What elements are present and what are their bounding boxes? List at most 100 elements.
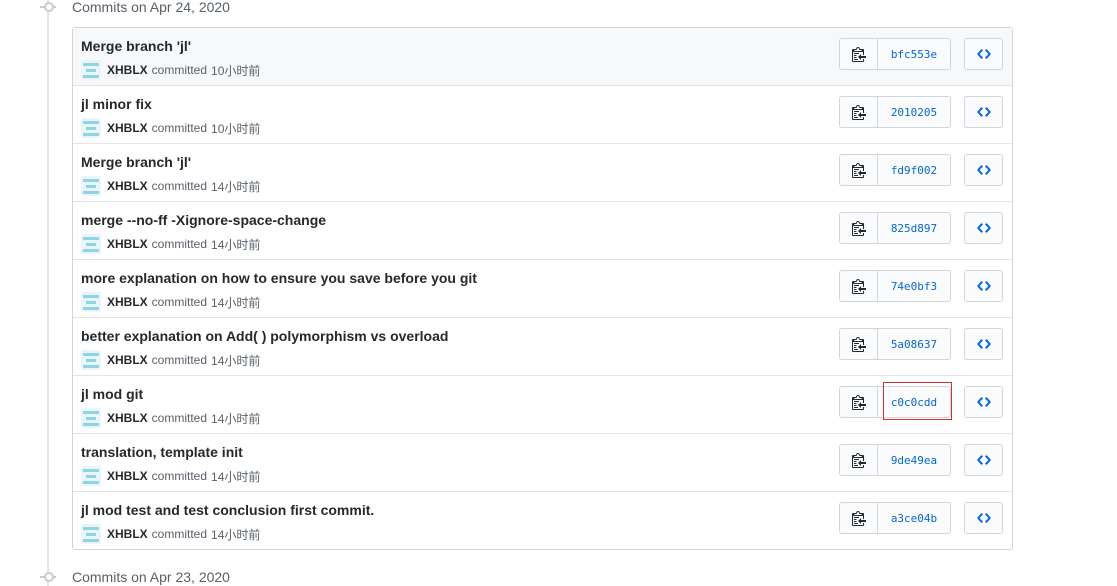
commit-meta: XHBLX committed 14小时前 (81, 292, 260, 312)
author-link[interactable]: XHBLX (107, 295, 148, 309)
clipboard-icon (851, 511, 866, 526)
copy-sha-button[interactable] (839, 444, 878, 476)
commit-title-link[interactable]: merge --no-ff -Xignore-space-change (81, 212, 326, 228)
browse-repo-button[interactable] (964, 154, 1003, 186)
browse-repo-button[interactable] (964, 328, 1003, 360)
author-link[interactable]: XHBLX (107, 121, 148, 135)
browse-repo-button[interactable] (964, 96, 1003, 128)
committed-text: committed (151, 63, 208, 77)
browse-repo-button[interactable] (964, 502, 1003, 534)
commit-sha-link[interactable]: c0c0cdd (878, 386, 951, 418)
browse-repo-button[interactable] (964, 444, 1003, 476)
commit-title-link[interactable]: translation, template init (81, 444, 243, 460)
browse-repo-button[interactable] (964, 38, 1003, 70)
sha-button-group: 74e0bf3 (839, 270, 951, 302)
commit-list: Merge branch 'jl' XHBLX committed 10小时前 … (72, 27, 1013, 550)
committed-text: committed (151, 179, 208, 193)
copy-sha-button[interactable] (839, 386, 878, 418)
commit-title-link[interactable]: more explanation on how to ensure you sa… (81, 270, 477, 286)
author-link[interactable]: XHBLX (107, 527, 148, 541)
browse-repo-button[interactable] (964, 212, 1003, 244)
commit-time: 14小时前 (211, 527, 261, 542)
commit-meta: XHBLX committed 14小时前 (81, 350, 260, 370)
commit-group-date: Commits on Apr 24, 2020 (72, 0, 230, 15)
commit-row: jl mod git XHBLX committed 14小时前 c0c0cdd (73, 375, 1012, 433)
author-link[interactable]: XHBLX (107, 353, 148, 367)
commit-title-link[interactable]: jl mod git (81, 386, 143, 402)
committed-text: committed (151, 237, 208, 251)
committed-text: committed (151, 353, 208, 367)
browse-repo-button[interactable] (964, 270, 1003, 302)
commit-meta: XHBLX committed 10小时前 (81, 60, 260, 80)
copy-sha-button[interactable] (839, 212, 878, 244)
commit-sha-link[interactable]: 2010205 (878, 96, 951, 128)
author-link[interactable]: XHBLX (107, 237, 148, 251)
commit-sha-link[interactable]: 825d897 (878, 212, 951, 244)
sha-button-group: fd9f002 (839, 154, 951, 186)
copy-sha-button[interactable] (839, 502, 878, 534)
commit-title-link[interactable]: jl mod test and test conclusion first co… (81, 502, 374, 518)
commit-time: 10小时前 (211, 121, 261, 136)
author-avatar[interactable] (81, 176, 101, 196)
commit-meta: XHBLX committed 10小时前 (81, 118, 260, 138)
commit-sha-link[interactable]: bfc553e (878, 38, 951, 70)
commit-row: translation, template init XHBLX committ… (73, 433, 1012, 491)
git-commit-icon (38, 0, 58, 17)
clipboard-icon (851, 279, 866, 294)
commit-meta: XHBLX committed 14小时前 (81, 176, 260, 196)
code-icon (976, 281, 991, 291)
browse-repo-button[interactable] (964, 386, 1003, 418)
copy-sha-button[interactable] (839, 270, 878, 302)
author-avatar[interactable] (81, 408, 101, 428)
author-avatar[interactable] (81, 234, 101, 254)
commit-sha-link[interactable]: 74e0bf3 (878, 270, 951, 302)
commit-title-link[interactable]: Merge branch 'jl' (81, 154, 191, 170)
sha-button-group: 9de49ea (839, 444, 951, 476)
commit-meta: XHBLX committed 14小时前 (81, 466, 260, 486)
commit-time: 14小时前 (211, 295, 261, 310)
code-icon (976, 339, 991, 349)
commit-row: Merge branch 'jl' XHBLX committed 10小时前 … (73, 28, 1012, 85)
author-link[interactable]: XHBLX (107, 469, 148, 483)
copy-sha-button[interactable] (839, 154, 878, 186)
copy-sha-button[interactable] (839, 38, 878, 70)
commit-group-header: Commits on Apr 24, 2020 (38, 0, 230, 17)
commit-sha-link[interactable]: 9de49ea (878, 444, 951, 476)
commit-sha-link[interactable]: fd9f002 (878, 154, 951, 186)
commit-title-link[interactable]: jl minor fix (81, 96, 152, 112)
code-icon (976, 165, 991, 175)
copy-sha-button[interactable] (839, 96, 878, 128)
commit-sha-link[interactable]: a3ce04b (878, 502, 951, 534)
author-link[interactable]: XHBLX (107, 411, 148, 425)
commit-title-link[interactable]: better explanation on Add( ) polymorphis… (81, 328, 448, 344)
code-icon (976, 397, 991, 407)
commit-row: Merge branch 'jl' XHBLX committed 14小时前 … (73, 143, 1012, 201)
author-link[interactable]: XHBLX (107, 179, 148, 193)
author-avatar[interactable] (81, 60, 101, 80)
author-avatar[interactable] (81, 292, 101, 312)
commit-time: 14小时前 (211, 411, 261, 426)
commit-group-header: Commits on Apr 23, 2020 (38, 567, 230, 586)
code-icon (976, 513, 991, 523)
sha-button-group: a3ce04b (839, 502, 951, 534)
clipboard-icon (851, 221, 866, 236)
clipboard-icon (851, 337, 866, 352)
committed-text: committed (151, 121, 208, 135)
sha-button-group: 2010205 (839, 96, 951, 128)
author-avatar[interactable] (81, 118, 101, 138)
author-link[interactable]: XHBLX (107, 63, 148, 77)
author-avatar[interactable] (81, 350, 101, 370)
commit-time: 14小时前 (211, 353, 261, 368)
author-avatar[interactable] (81, 524, 101, 544)
author-avatar[interactable] (81, 466, 101, 486)
commit-meta: XHBLX committed 14小时前 (81, 234, 260, 254)
commit-sha-link[interactable]: 5a08637 (878, 328, 951, 360)
code-icon (976, 223, 991, 233)
code-icon (976, 107, 991, 117)
commit-title-link[interactable]: Merge branch 'jl' (81, 38, 191, 54)
code-icon (976, 49, 991, 59)
commit-meta: XHBLX committed 14小时前 (81, 524, 260, 544)
copy-sha-button[interactable] (839, 328, 878, 360)
clipboard-icon (851, 395, 866, 410)
clipboard-icon (851, 453, 866, 468)
